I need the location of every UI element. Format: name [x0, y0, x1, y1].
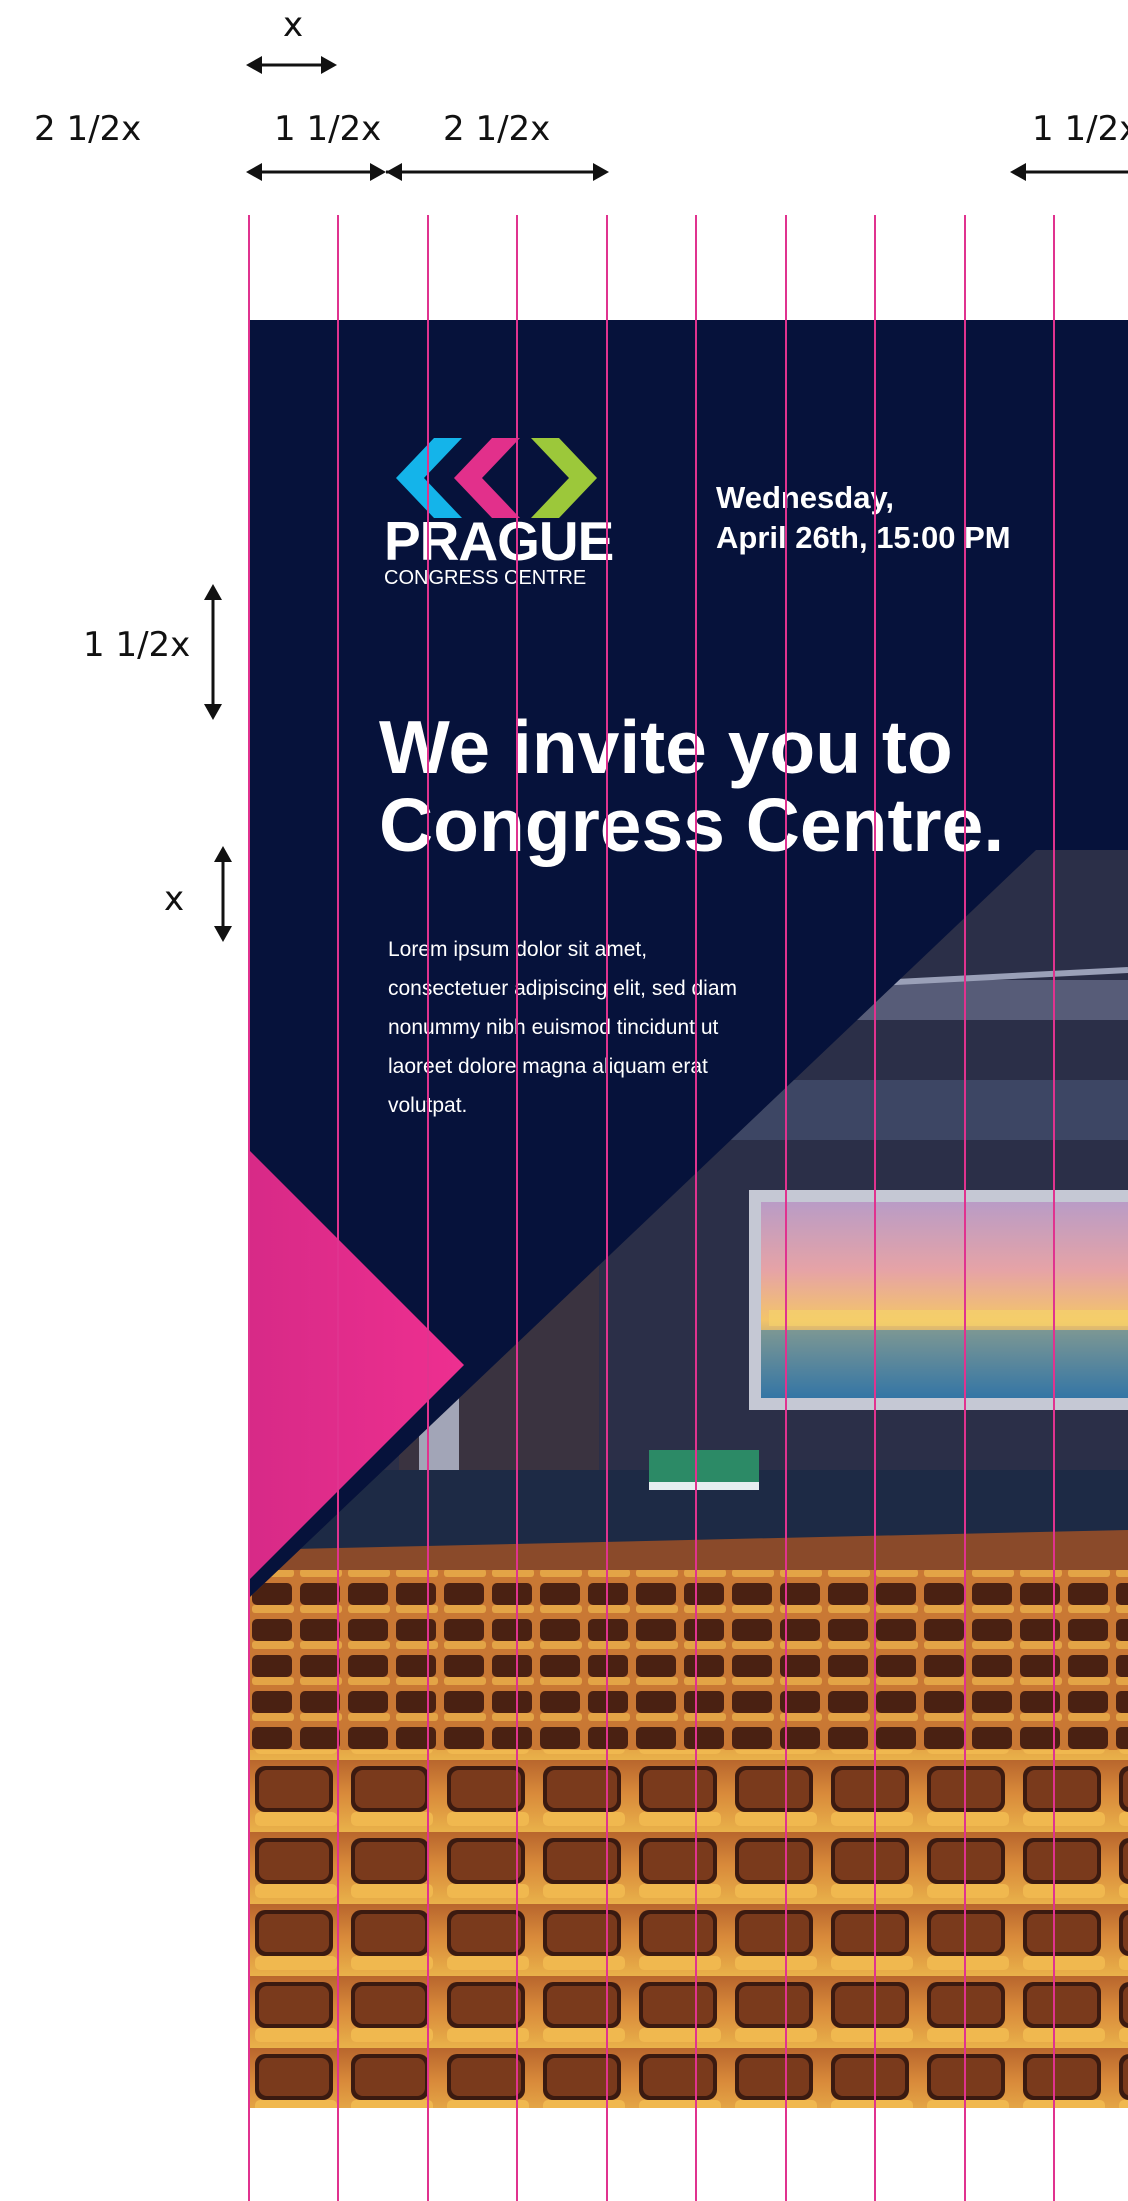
- logo-chevrons-icon: [396, 438, 597, 518]
- grid-guide-line: [248, 215, 250, 2201]
- prague-congress-centre-logo: PRAGUE CONGRESS CENTRE: [384, 438, 614, 588]
- headline-line-1: We invite you to: [379, 705, 953, 789]
- event-date-time: April 26th, 15:00 PM: [716, 520, 1011, 555]
- grid-guide-line: [695, 215, 697, 2201]
- grid-guide-line: [337, 215, 339, 2201]
- event-date: Wednesday, April 26th, 15:00 PM: [716, 478, 1011, 558]
- grid-guide-line: [964, 215, 966, 2201]
- grid-guide-line: [785, 215, 787, 2201]
- dimension-label-column-a: 1 1/2x: [274, 109, 382, 149]
- logo-subline: CONGRESS CENTRE: [384, 567, 587, 589]
- auditorium-photo: [249, 850, 1128, 2108]
- dimension-label-column-b: 2 1/2x: [443, 109, 551, 149]
- grid-guide-line: [427, 215, 429, 2201]
- grid-guide-line: [1053, 215, 1055, 2201]
- invitation-headline: We invite you to Congress Centre.: [379, 708, 1119, 864]
- invitation-poster: PRAGUE CONGRESS CENTRE Wednesday, April …: [249, 320, 1128, 2108]
- dimension-label-vertical-spacing: 1 1/2x: [83, 625, 191, 665]
- dimension-label-vertical-x: x: [164, 879, 185, 919]
- grid-guide-line: [516, 215, 518, 2201]
- logo-wordmark: PRAGUE: [384, 510, 614, 572]
- grid-guide-line: [874, 215, 876, 2201]
- dimension-label-left-margin: 2 1/2x: [34, 109, 142, 149]
- dimension-label-x-top: x: [283, 5, 304, 45]
- event-date-weekday: Wednesday,: [716, 480, 895, 515]
- invitation-body-text: Lorem ipsum dolor sit amet, consectetuer…: [388, 938, 738, 1117]
- dimension-label-column-right: 1 1/2x: [1032, 109, 1128, 149]
- headline-line-2: Congress Centre.: [379, 783, 1005, 867]
- grid-guide-line: [606, 215, 608, 2201]
